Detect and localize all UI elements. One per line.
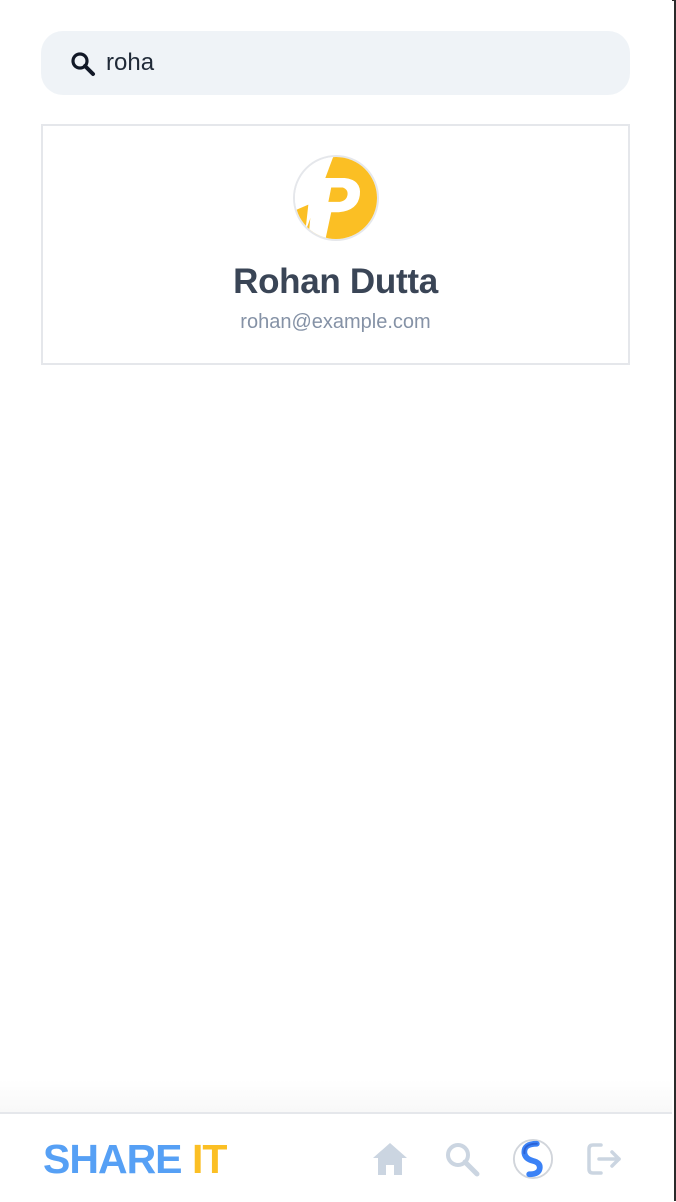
- logout-button[interactable]: [584, 1138, 626, 1180]
- avatar-p-icon: [295, 157, 377, 239]
- logo-it-text: IT: [191, 1136, 227, 1182]
- search-icon: [446, 1143, 480, 1177]
- bottom-nav-bar: SHARE IT: [0, 1112, 672, 1202]
- app-logo[interactable]: SHARE IT: [43, 1136, 227, 1182]
- search-nav-button[interactable]: [441, 1138, 483, 1180]
- profile-button[interactable]: [512, 1138, 554, 1180]
- logo-share-text: SHARE: [43, 1136, 183, 1182]
- search-bar[interactable]: [41, 31, 630, 95]
- bottom-fade: [0, 1080, 672, 1112]
- logout-icon: [587, 1143, 621, 1175]
- user-result-card[interactable]: Rohan Dutta rohan@example.com: [41, 124, 630, 365]
- profile-avatar-icon: [512, 1138, 554, 1180]
- main-content: Rohan Dutta rohan@example.com: [0, 0, 672, 1112]
- user-name: Rohan Dutta: [233, 262, 438, 301]
- home-button[interactable]: [369, 1138, 411, 1180]
- user-email: rohan@example.com: [240, 311, 431, 333]
- search-input[interactable]: [106, 43, 606, 83]
- search-icon: [69, 50, 97, 78]
- avatar: [293, 155, 379, 241]
- home-icon: [373, 1143, 407, 1175]
